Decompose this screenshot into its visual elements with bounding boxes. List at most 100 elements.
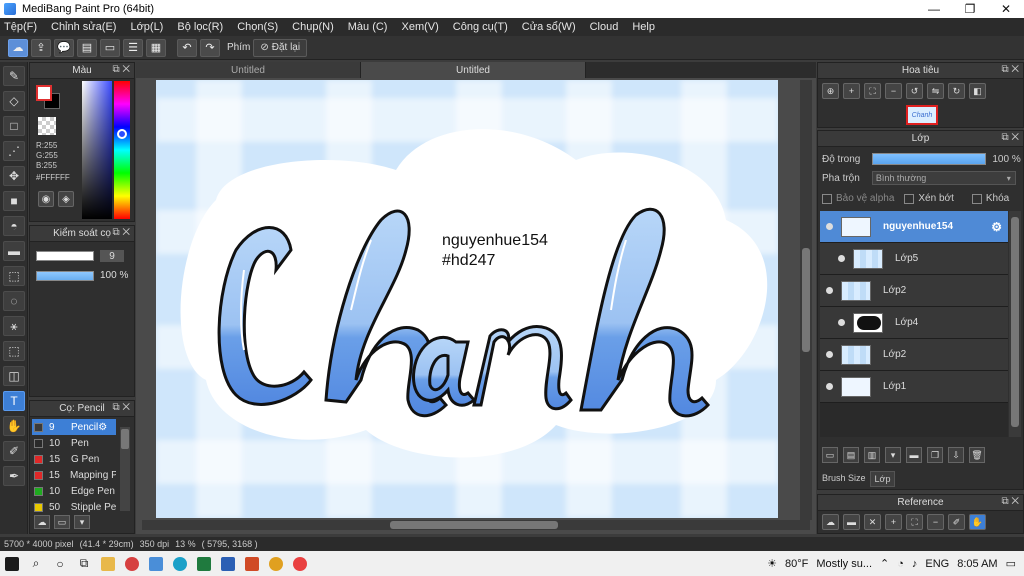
layer-row[interactable]: Lớp1 bbox=[820, 371, 1008, 403]
gradient-tool-icon[interactable]: ▬ bbox=[3, 241, 25, 261]
panel-close-icon[interactable]: ⧉ ✕ bbox=[1001, 64, 1019, 75]
menu-select[interactable]: Chọn(S) bbox=[237, 21, 278, 33]
network-icon[interactable]: ◔ bbox=[897, 558, 904, 570]
add-layer-menu-icon[interactable]: ▾ bbox=[885, 447, 901, 463]
menu-help[interactable]: Help bbox=[632, 21, 655, 33]
flip-icon[interactable]: ⇋ bbox=[927, 83, 944, 99]
hue-slider[interactable] bbox=[114, 81, 130, 219]
hand-icon[interactable]: ✋ bbox=[969, 514, 986, 530]
brush-tool-icon[interactable]: ✎ bbox=[3, 66, 25, 86]
visibility-icon[interactable] bbox=[826, 287, 833, 294]
layer-list-scrollbar[interactable] bbox=[1009, 211, 1021, 437]
select-rect-tool-icon[interactable]: ⬚ bbox=[3, 266, 25, 286]
weather-text[interactable]: Mostly su... bbox=[816, 558, 872, 570]
zoom-in-icon[interactable]: + bbox=[843, 83, 860, 99]
dot-tool-icon[interactable]: ⋰ bbox=[3, 141, 25, 161]
layer-row[interactable]: Lớp2 bbox=[820, 275, 1008, 307]
layer-row[interactable]: Lớp5 bbox=[820, 243, 1008, 275]
redo-icon[interactable]: ↷ bbox=[200, 38, 220, 57]
panel-close-icon[interactable]: ⧉ ✕ bbox=[112, 402, 130, 413]
language-indicator[interactable]: ENG bbox=[925, 558, 949, 570]
fill-rect-tool-icon[interactable]: ■ bbox=[3, 191, 25, 211]
panel-close-icon[interactable]: ⧉ ✕ bbox=[112, 227, 130, 238]
panel-close-icon[interactable]: ⧉ ✕ bbox=[1001, 132, 1019, 143]
saturation-picker[interactable] bbox=[82, 81, 112, 219]
cloud-icon[interactable]: ☁ bbox=[822, 514, 839, 530]
rectangle-tool-icon[interactable]: □ bbox=[3, 116, 25, 136]
rotate-left-icon[interactable]: ↺ bbox=[906, 83, 923, 99]
new-1bit-layer-icon[interactable]: ▥ bbox=[864, 447, 880, 463]
zoom-in-icon[interactable]: + bbox=[885, 514, 902, 530]
bucket-tool-icon[interactable]: ◓ bbox=[3, 216, 25, 236]
undo-icon[interactable]: ↶ bbox=[177, 38, 197, 57]
canvas-horizontal-scrollbar[interactable] bbox=[142, 520, 810, 530]
chrome-icon[interactable] bbox=[264, 551, 288, 576]
brush-item[interactable]: 9 Pencil ⚙ bbox=[32, 419, 116, 435]
brush-item[interactable]: 15 G Pen bbox=[32, 451, 116, 467]
layer-row[interactable]: Lớp2 bbox=[820, 339, 1008, 371]
navigator-thumbnail[interactable]: Chanh bbox=[906, 105, 938, 125]
excel-icon[interactable] bbox=[192, 551, 216, 576]
document-icon[interactable]: ▭ bbox=[100, 38, 120, 57]
new-layer-icon[interactable]: ▭ bbox=[822, 447, 838, 463]
open-folder-icon[interactable]: ▬ bbox=[843, 514, 860, 530]
brush-cloud-icon[interactable]: ☁ bbox=[34, 515, 50, 529]
panel-close-icon[interactable]: ⧉ ✕ bbox=[1001, 496, 1019, 507]
edge-icon[interactable] bbox=[168, 551, 192, 576]
clock[interactable]: 8:05 AM bbox=[957, 558, 997, 570]
comment-icon[interactable]: ▤ bbox=[77, 38, 97, 57]
chevron-up-icon[interactable]: ⌃ bbox=[880, 557, 889, 570]
list-icon[interactable]: ☰ bbox=[123, 38, 143, 57]
brush-size-value[interactable]: 9 bbox=[100, 250, 124, 262]
eyedropper-icon[interactable]: ✐ bbox=[948, 514, 965, 530]
layer-row[interactable]: Lớp4 bbox=[820, 307, 1008, 339]
drawing-canvas[interactable]: nguyenhue154 #hd247 bbox=[156, 80, 778, 518]
menu-layer[interactable]: Lớp(L) bbox=[130, 21, 163, 33]
lock-checkbox[interactable] bbox=[971, 193, 982, 204]
foreground-color-swatch[interactable] bbox=[36, 85, 52, 101]
blend-mode-select[interactable]: Bình thường ▾ bbox=[871, 171, 1016, 185]
windows-start-icon[interactable] bbox=[0, 551, 24, 576]
move-tool-icon[interactable]: ✥ bbox=[3, 166, 25, 186]
eraser-tool-icon[interactable]: ◇ bbox=[3, 91, 25, 111]
menu-filter[interactable]: Bộ lọc(R) bbox=[177, 21, 223, 33]
color-settings-icon[interactable]: ◈ bbox=[58, 191, 74, 207]
menu-file[interactable]: Tệp(F) bbox=[4, 21, 37, 33]
brush-size-slider[interactable] bbox=[36, 251, 94, 261]
close-button[interactable]: ✕ bbox=[988, 2, 1024, 16]
menu-view[interactable]: Xem(V) bbox=[401, 21, 438, 33]
transparent-color-swatch[interactable] bbox=[38, 117, 56, 135]
close-icon[interactable]: ✕ bbox=[864, 514, 881, 530]
menu-tools[interactable]: Công cụ(T) bbox=[453, 21, 508, 33]
hand-tool-icon[interactable]: ✋ bbox=[3, 416, 25, 436]
panel-close-icon[interactable]: ⧉ ✕ bbox=[112, 64, 130, 75]
reset-button[interactable]: ⊘ Đặt lại bbox=[253, 38, 308, 57]
fit-screen-icon[interactable]: ⛶ bbox=[906, 514, 923, 530]
tab-untitled-2[interactable]: Untitled bbox=[361, 62, 586, 78]
text-tool-icon[interactable]: T bbox=[3, 391, 25, 411]
zoom-out-icon[interactable]: − bbox=[885, 83, 902, 99]
visibility-icon[interactable] bbox=[826, 223, 833, 230]
menu-edit[interactable]: Chỉnh sửa(E) bbox=[51, 21, 116, 33]
visibility-icon[interactable] bbox=[826, 351, 833, 358]
canvas-vertical-scrollbar[interactable] bbox=[800, 80, 812, 520]
volume-icon[interactable]: ♪ bbox=[912, 558, 918, 570]
protect-alpha-checkbox[interactable] bbox=[822, 193, 832, 204]
folder-icon[interactable]: ▬ bbox=[906, 447, 922, 463]
share-icon[interactable]: ⇪ bbox=[31, 38, 51, 57]
tiles-icon[interactable]: ▦ bbox=[146, 38, 166, 57]
duplicate-layer-icon[interactable]: ❐ bbox=[927, 447, 943, 463]
tab-brush-size[interactable]: Brush Size bbox=[818, 471, 870, 487]
chat-icon[interactable]: 💬 bbox=[54, 38, 74, 57]
merge-layer-icon[interactable]: ⇩ bbox=[948, 447, 964, 463]
new-halftone-layer-icon[interactable]: ▤ bbox=[843, 447, 859, 463]
maximize-button[interactable]: ❐ bbox=[952, 2, 988, 16]
notification-icon[interactable]: ▭ bbox=[1006, 557, 1016, 570]
brush-item[interactable]: 15 Mapping P bbox=[32, 467, 116, 483]
cloud-icon[interactable]: ☁ bbox=[8, 38, 28, 57]
hue-knob[interactable] bbox=[117, 129, 127, 139]
gear-icon[interactable]: ⚙ bbox=[98, 422, 107, 433]
fit-screen-icon[interactable]: ⛶ bbox=[864, 83, 881, 99]
select-pen-tool-icon[interactable]: ⬚ bbox=[3, 341, 25, 361]
monitor-icon[interactable] bbox=[144, 551, 168, 576]
